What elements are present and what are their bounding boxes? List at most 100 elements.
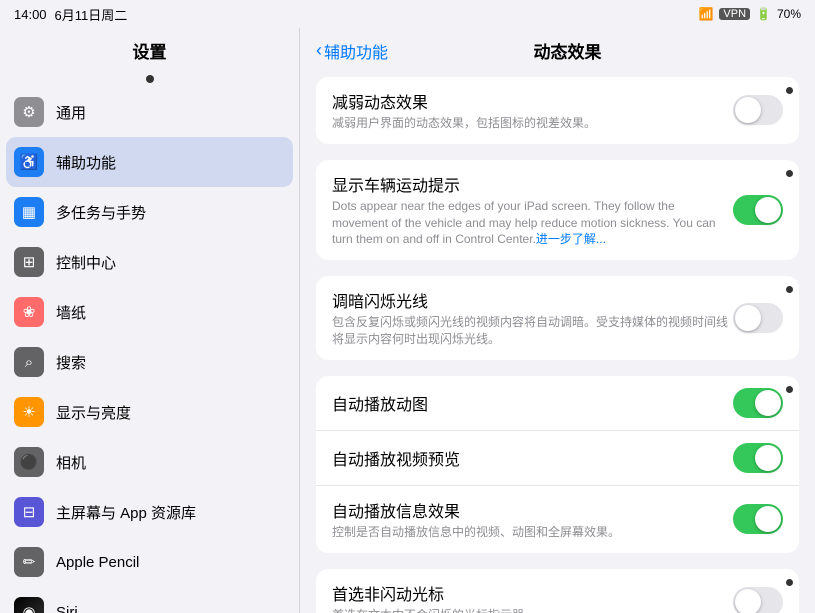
- toggle-knob-0-0: [735, 97, 761, 123]
- settings-group-4: 首选非闪动光标首选在文本中不会闪烁的光标指示器。: [316, 569, 799, 613]
- general-icon: ⚙: [14, 97, 44, 127]
- display-icon: ☀: [14, 397, 44, 427]
- row-desc-link-1-0[interactable]: 进一步了解...: [536, 232, 606, 246]
- sidebar-item-label-general: 通用: [56, 102, 86, 123]
- battery-level: 70%: [777, 7, 801, 21]
- sidebar-item-wallpaper[interactable]: ❀墙纸: [0, 287, 299, 337]
- back-label: 辅助功能: [324, 39, 388, 63]
- status-bar: 14:00 6月11日周二 📶 VPN 🔋 70%: [0, 0, 815, 28]
- settings-row-2-0: 调暗闪烁光线包含反复闪烁或频闪光线的视频内容将自动调暗。受支持媒体的视频时间线将…: [316, 276, 799, 360]
- sidebar-item-label-camera: 相机: [56, 452, 86, 473]
- sidebar-item-applepencil[interactable]: ✏ Apple Pencil: [0, 537, 299, 587]
- sidebar-item-label-multitask: 多任务与手势: [56, 202, 146, 223]
- settings-row-3-2: 自动播放信息效果控制是否自动播放信息中的视频、动图和全屏幕效果。: [316, 486, 799, 553]
- row-desc-1-0: Dots appear near the edges of your iPad …: [332, 198, 733, 248]
- main-layout: 设置 ⚙ 通用 ♿ 辅助功能 ▦ 多任务与手势 ⊞ 控制中心 ❀墙纸 ⌕ 搜索 ☀ 显示与亮度 ⚫ 相机 ⊟ 主…: [0, 28, 815, 613]
- sidebar-item-control[interactable]: ⊞ 控制中心: [0, 237, 299, 287]
- toggle-knob-3-1: [755, 445, 781, 471]
- settings-group-wrapper-1: 显示车辆运动提示Dots appear near the edges of yo…: [316, 160, 799, 260]
- right-panel-title: 动态效果: [396, 38, 739, 63]
- edge-dot-4: [786, 579, 793, 586]
- toggle-knob-1-0: [755, 197, 781, 223]
- right-panel: ‹ 辅助功能 动态效果 减弱动态效果减弱用户界面的动态效果，包括图标的视差效果。…: [300, 28, 815, 613]
- multitask-icon: ▦: [14, 197, 44, 227]
- battery-icon: 🔋: [756, 7, 771, 21]
- wifi-icon: 📶: [698, 7, 713, 21]
- settings-group-wrapper-2: 调暗闪烁光线包含反复闪烁或频闪光线的视频内容将自动调暗。受支持媒体的视频时间线将…: [316, 276, 799, 360]
- row-desc-2-0: 包含反复闪烁或频闪光线的视频内容将自动调暗。受支持媒体的视频时间线将显示内容何时…: [332, 314, 733, 348]
- settings-row-3-1: 自动播放视频预览: [316, 431, 799, 486]
- sidebar-item-siri[interactable]: ◉ Siri: [0, 587, 299, 613]
- siri-icon: ◉: [14, 597, 44, 613]
- settings-group-wrapper-3: 自动播放动图自动播放视频预览自动播放信息效果控制是否自动播放信息中的视频、动图和…: [316, 376, 799, 553]
- vpn-badge: VPN: [719, 8, 750, 20]
- toggle-4-0[interactable]: [733, 587, 783, 613]
- toggle-3-1[interactable]: [733, 443, 783, 473]
- row-title-3-1: 自动播放视频预览: [332, 446, 733, 470]
- right-header: ‹ 辅助功能 动态效果: [300, 28, 815, 69]
- settings-row-1-0: 显示车辆运动提示Dots appear near the edges of yo…: [316, 160, 799, 260]
- row-desc-0-0: 减弱用户界面的动态效果，包括图标的视差效果。: [332, 115, 733, 132]
- sidebar-item-general[interactable]: ⚙ 通用: [0, 87, 299, 137]
- applepencil-icon: ✏: [14, 547, 44, 577]
- settings-group-2: 调暗闪烁光线包含反复闪烁或频闪光线的视频内容将自动调暗。受支持媒体的视频时间线将…: [316, 276, 799, 360]
- row-content-3-0: 自动播放动图: [332, 391, 733, 415]
- sidebar-title: 设置: [0, 28, 299, 71]
- row-title-2-0: 调暗闪烁光线: [332, 288, 733, 312]
- settings-group-1: 显示车辆运动提示Dots appear near the edges of yo…: [316, 160, 799, 260]
- row-title-3-2: 自动播放信息效果: [332, 498, 733, 522]
- sidebar-item-label-accessibility: 辅助功能: [56, 152, 116, 173]
- back-chevron-icon: ‹: [316, 40, 322, 61]
- wallpaper-icon: ❀: [14, 297, 44, 327]
- toggle-1-0[interactable]: [733, 195, 783, 225]
- toggle-3-0[interactable]: [733, 388, 783, 418]
- sidebar: 设置 ⚙ 通用 ♿ 辅助功能 ▦ 多任务与手势 ⊞ 控制中心 ❀墙纸 ⌕ 搜索 ☀ 显示与亮度 ⚫ 相机 ⊟ 主…: [0, 28, 300, 613]
- sidebar-item-search[interactable]: ⌕ 搜索: [0, 337, 299, 387]
- edge-dot-0: [786, 87, 793, 94]
- row-content-1-0: 显示车辆运动提示Dots appear near the edges of yo…: [332, 172, 733, 248]
- toggle-3-2[interactable]: [733, 504, 783, 534]
- settings-group-wrapper-0: 减弱动态效果减弱用户界面的动态效果，包括图标的视差效果。: [316, 77, 799, 144]
- status-left: 14:00 6月11日周二: [14, 5, 127, 24]
- row-content-3-1: 自动播放视频预览: [332, 446, 733, 470]
- sidebar-item-label-homescreen: 主屏幕与 App 资源库: [56, 502, 196, 523]
- row-title-1-0: 显示车辆运动提示: [332, 172, 733, 196]
- settings-content: 减弱动态效果减弱用户界面的动态效果，包括图标的视差效果。显示车辆运动提示Dots…: [300, 69, 815, 613]
- homescreen-icon: ⊟: [14, 497, 44, 527]
- sidebar-item-accessibility[interactable]: ♿ 辅助功能: [6, 137, 293, 187]
- status-time: 14:00: [14, 7, 47, 22]
- camera-icon: ⚫: [14, 447, 44, 477]
- settings-group-0: 减弱动态效果减弱用户界面的动态效果，包括图标的视差效果。: [316, 77, 799, 144]
- toggle-knob-3-2: [755, 506, 781, 532]
- sidebar-item-label-display: 显示与亮度: [56, 402, 131, 423]
- sidebar-item-label-applepencil: Apple Pencil: [56, 554, 139, 571]
- row-content-4-0: 首选非闪动光标首选在文本中不会闪烁的光标指示器。: [332, 581, 733, 613]
- settings-group-wrapper-4: 首选非闪动光标首选在文本中不会闪烁的光标指示器。: [316, 569, 799, 613]
- row-content-3-2: 自动播放信息效果控制是否自动播放信息中的视频、动图和全屏幕效果。: [332, 498, 733, 541]
- control-icon: ⊞: [14, 247, 44, 277]
- toggle-2-0[interactable]: [733, 303, 783, 333]
- settings-row-3-0: 自动播放动图: [316, 376, 799, 431]
- toggle-knob-2-0: [735, 305, 761, 331]
- toggle-knob-4-0: [735, 589, 761, 613]
- toggle-knob-3-0: [755, 390, 781, 416]
- sidebar-item-label-siri: Siri: [56, 604, 78, 613]
- settings-row-0-0: 减弱动态效果减弱用户界面的动态效果，包括图标的视差效果。: [316, 77, 799, 144]
- settings-group-3: 自动播放动图自动播放视频预览自动播放信息效果控制是否自动播放信息中的视频、动图和…: [316, 376, 799, 553]
- sidebar-item-label-control: 控制中心: [56, 252, 116, 273]
- edge-dot-3: [786, 386, 793, 393]
- sidebar-item-display[interactable]: ☀ 显示与亮度: [0, 387, 299, 437]
- row-desc-3-2: 控制是否自动播放信息中的视频、动图和全屏幕效果。: [332, 524, 733, 541]
- sidebar-item-homescreen[interactable]: ⊟ 主屏幕与 App 资源库: [0, 487, 299, 537]
- edge-dot-1: [786, 170, 793, 177]
- back-button[interactable]: ‹ 辅助功能: [316, 39, 388, 63]
- sidebar-item-camera[interactable]: ⚫ 相机: [0, 437, 299, 487]
- status-right: 📶 VPN 🔋 70%: [698, 7, 801, 21]
- status-date: 6月11日周二: [55, 5, 128, 24]
- sidebar-item-multitask[interactable]: ▦ 多任务与手势: [0, 187, 299, 237]
- search-icon: ⌕: [14, 347, 44, 377]
- row-content-2-0: 调暗闪烁光线包含反复闪烁或频闪光线的视频内容将自动调暗。受支持媒体的视频时间线将…: [332, 288, 733, 348]
- sidebar-item-label-search: 搜索: [56, 352, 86, 373]
- accessibility-icon: ♿: [14, 147, 44, 177]
- toggle-0-0[interactable]: [733, 95, 783, 125]
